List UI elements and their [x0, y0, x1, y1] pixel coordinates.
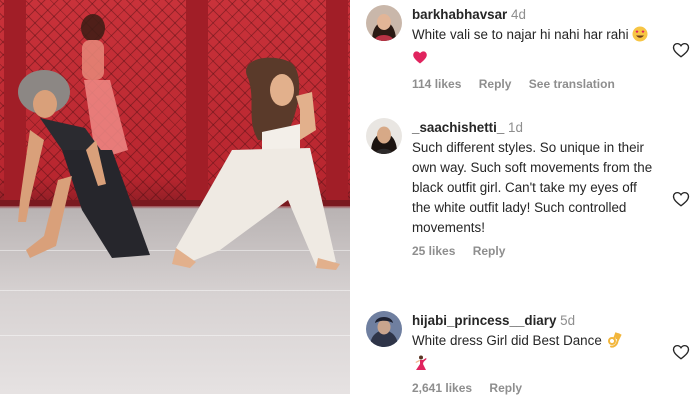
comment-text: White vali se to najar hi nahi har rahi: [412, 25, 658, 71]
comment-text-content: White dress Girl did Best Dance: [412, 333, 602, 348]
dancers-illustration: [18, 14, 340, 270]
reply-button[interactable]: Reply: [479, 77, 512, 91]
username-link[interactable]: hijabi_princess__diary: [412, 313, 556, 328]
comment-meta: 25 likes Reply: [412, 244, 658, 258]
black-outfit-dancer: [18, 70, 150, 258]
avatar[interactable]: [366, 118, 402, 154]
white-outfit-dancer: [172, 57, 340, 270]
dance-video-frame[interactable]: [0, 0, 350, 394]
avatar[interactable]: [366, 311, 402, 347]
comment-text: White dress Girl did Best Dance: [412, 331, 658, 354]
comment-text-line2: [412, 354, 658, 377]
heart-icon[interactable]: [672, 343, 690, 361]
smiling-face-with-heart-eyes-emoji: [632, 26, 648, 48]
heart-icon[interactable]: [672, 190, 690, 208]
see-translation-link[interactable]: See translation: [529, 77, 615, 91]
red-heart-emoji: [412, 49, 428, 71]
avatar[interactable]: [366, 5, 402, 41]
reply-button[interactable]: Reply: [473, 244, 506, 258]
username-link[interactable]: barkhabhavsar: [412, 7, 507, 22]
ok-hand-emoji: [606, 332, 622, 354]
username-link[interactable]: _saachishetti_: [412, 120, 504, 135]
comment-header: hijabi_princess__diary 5d: [412, 311, 658, 331]
comments-panel: barkhabhavsar 4d White vali se to najar …: [350, 0, 700, 395]
comment-text-content: White vali se to najar hi nahi har rahi: [412, 27, 629, 42]
comment-text: Such different styles. So unique in thei…: [412, 140, 653, 235]
heart-icon[interactable]: [672, 41, 690, 59]
comment-meta: 2,641 likes Reply: [412, 381, 658, 395]
likes-count[interactable]: 25 likes: [412, 244, 455, 258]
comment-age: 4d: [511, 7, 526, 22]
comment-header: _saachishetti_ 1d: [412, 118, 658, 138]
dancer-emoji: [412, 355, 428, 377]
likes-count[interactable]: 114 likes: [412, 77, 461, 91]
comment-age: 5d: [560, 313, 576, 328]
comment-header: barkhabhavsar 4d: [412, 5, 658, 25]
likes-count[interactable]: 2,641 likes: [412, 381, 472, 395]
comment-age: 1d: [508, 120, 523, 135]
comment-meta: 114 likes Reply See translation: [412, 77, 658, 91]
reply-button[interactable]: Reply: [489, 381, 522, 395]
